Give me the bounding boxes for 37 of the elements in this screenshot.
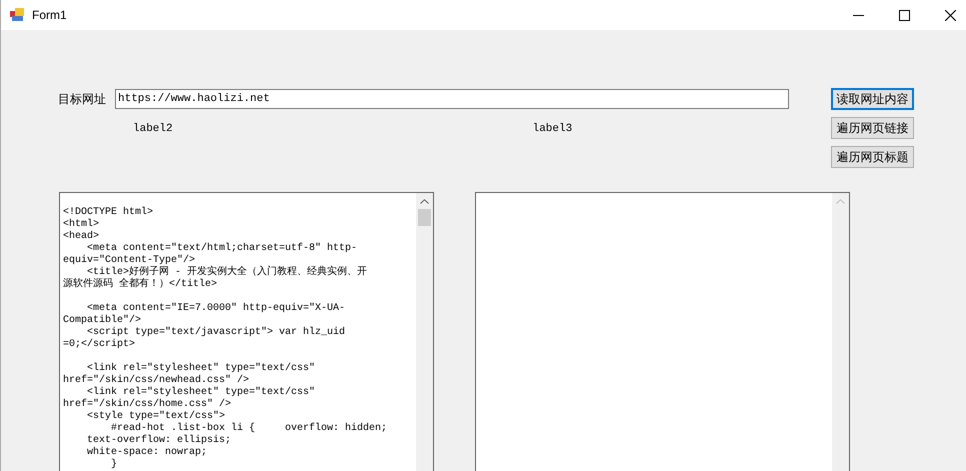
- code-line: <style type="text/css">: [86, 411, 226, 422]
- window-title: Form1: [32, 8, 67, 22]
- code-line: <html>: [63, 219, 100, 230]
- code-line: }: [110, 459, 118, 471]
- scrollbar[interactable]: [416, 193, 433, 471]
- code-line: white-space: nowrap;: [86, 447, 208, 458]
- close-icon[interactable]: [945, 10, 956, 20]
- code-line: =0;</script>: [63, 339, 136, 351]
- action-button[interactable]: 遍历网页链接: [831, 117, 914, 139]
- maximize-icon[interactable]: [899, 10, 910, 20]
- field-label: 目标网址: [58, 90, 106, 108]
- code-line: <meta content="text/html;charset=utf-8" http-: [86, 243, 358, 254]
- code-line: 源软件源码 全都有！）</title>: [63, 279, 218, 291]
- code-line: <!DOCTYPE html>: [63, 207, 154, 218]
- code-line: <link rel="stylesheet" type="text/css": [86, 387, 316, 398]
- code-line: <meta content="IE=7.0000" http-equiv="X-UA-: [86, 303, 346, 314]
- app-icon: [10, 8, 24, 22]
- status-label: label3: [532, 123, 572, 135]
- source-text-box[interactable]: [59, 192, 434, 471]
- code-line: #read-hot .list-box li { overflow: hidden;: [110, 423, 388, 434]
- code-line: Compatible"/>: [63, 315, 142, 326]
- scroll-up-icon[interactable]: [420, 199, 429, 204]
- code-line: equiv="Content-Type"/>: [63, 255, 196, 266]
- minimize-icon[interactable]: [853, 14, 864, 16]
- code-line: <title>好例子网 - 开发实例大全（入门教程、经典实例、开: [86, 267, 368, 278]
- code-line: text-overflow: ellipsis;: [86, 435, 232, 446]
- url-field[interactable]: https://www.haolizi.net: [115, 89, 789, 109]
- scroll-up-icon: [836, 199, 845, 204]
- code-line: <head>: [63, 231, 100, 243]
- status-label: label2: [133, 123, 173, 135]
- action-button[interactable]: 遍历网页标题: [831, 146, 914, 168]
- action-button[interactable]: 读取网址内容: [831, 88, 914, 110]
- code-line: <script type="text/javascript"> var hlz_uid: [86, 327, 346, 338]
- scroll-thumb[interactable]: [418, 209, 431, 226]
- code-line: href="/skin/css/newhead.css" />: [63, 375, 250, 386]
- code-line: href="/skin/css/home.css" />: [63, 399, 232, 410]
- code-line: <link rel="stylesheet" type="text/css": [86, 363, 316, 374]
